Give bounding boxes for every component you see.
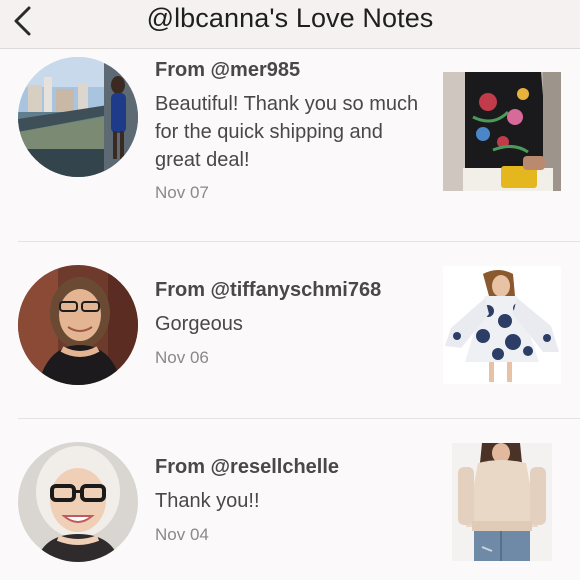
listing-thumbnail[interactable]: [452, 443, 552, 561]
note-date: Nov 04: [155, 525, 209, 544]
note-sender[interactable]: From @resellchelle: [155, 456, 339, 479]
listing-thumbnail[interactable]: [443, 266, 561, 384]
avatar-mer985[interactable]: [18, 57, 138, 177]
note-message: Thank you!!: [155, 490, 260, 512]
divider: [18, 418, 580, 419]
listing-thumbnail[interactable]: [443, 72, 561, 191]
page-title: @lbcanna's Love Notes: [146, 3, 434, 33]
note-sender[interactable]: From @mer985: [155, 59, 300, 82]
note-date: Nov 06: [155, 348, 209, 367]
note-message: Beautiful! Thank you so much for the qui…: [155, 93, 419, 171]
note-date: Nov 07: [155, 183, 209, 202]
avatar-resellchelle[interactable]: [18, 442, 138, 562]
header-bar: @lbcanna's Love Notes: [0, 0, 580, 49]
divider: [18, 241, 580, 242]
note-sender[interactable]: From @tiffanyschmi768: [155, 279, 381, 302]
note-message: Gorgeous: [155, 313, 243, 335]
avatar-tiffanyschmi768[interactable]: [18, 265, 138, 385]
